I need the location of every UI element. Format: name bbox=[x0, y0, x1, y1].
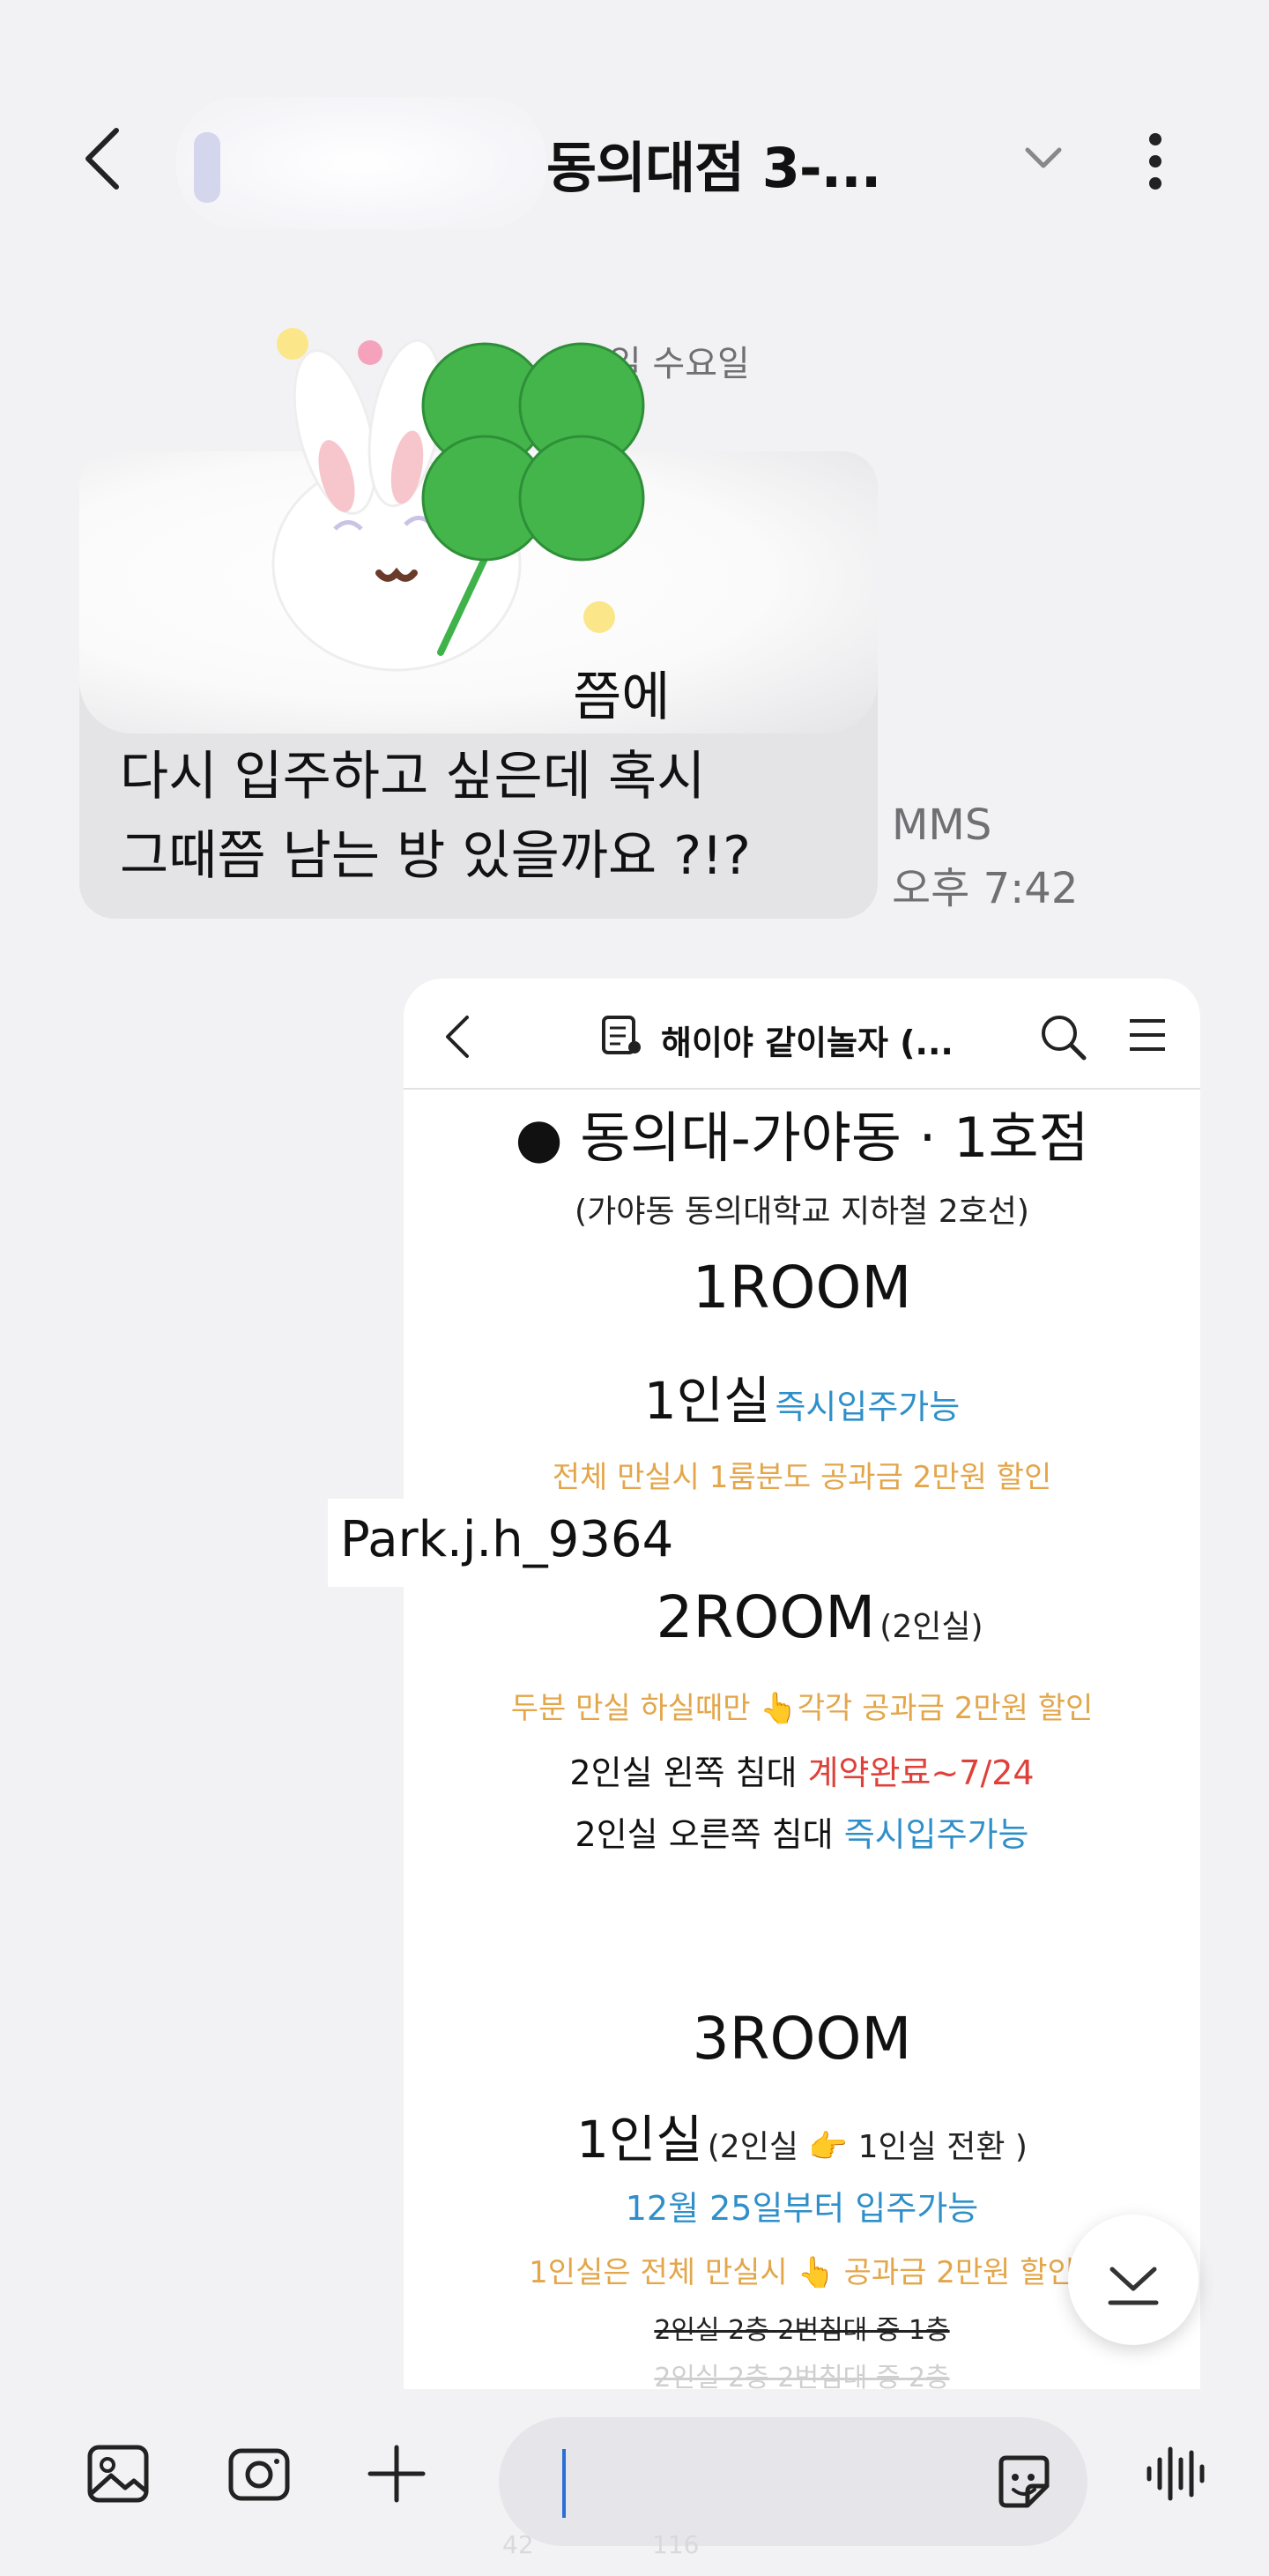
back-button[interactable] bbox=[78, 123, 130, 194]
message-time: 오후 7:42 bbox=[892, 864, 1079, 913]
expand-button[interactable] bbox=[1022, 141, 1065, 176]
listing-subheading: (가야동 동의대학교 지하철 2호선) bbox=[575, 1194, 1029, 1230]
shot-title: 해이야 같이놀자 (... bbox=[661, 1024, 954, 1062]
scroll-to-bottom-button[interactable] bbox=[1068, 2215, 1198, 2345]
room1-note: 전체 만실시 1룸분도 공과금 2만원 할인 bbox=[552, 1460, 1052, 1495]
more-vertical-icon bbox=[1149, 133, 1161, 190]
chevron-down-icon bbox=[1108, 2267, 1159, 2305]
add-attachment-button[interactable] bbox=[363, 2440, 430, 2507]
chevron-down-icon bbox=[1025, 147, 1062, 168]
room3-type: 1인실 bbox=[576, 2110, 703, 2170]
room3-line: 1인실 (2인실 👉 1인실 전환 ) bbox=[404, 2098, 1200, 2172]
message-type: MMS bbox=[892, 800, 992, 850]
room2-note: 두분 만실 하실때만 👆각각 공과금 2만원 할인 bbox=[510, 1691, 1094, 1726]
image-icon bbox=[87, 2445, 149, 2503]
camera-icon bbox=[228, 2448, 290, 2501]
gallery-button[interactable] bbox=[85, 2440, 152, 2507]
room1-type: 1인실 bbox=[643, 1371, 771, 1431]
conversation-title[interactable]: 동의대점 3-... bbox=[546, 123, 881, 203]
rabbit-clover-sticker bbox=[271, 328, 645, 672]
room2-left-status: 계약완료~7/24 bbox=[807, 1753, 1035, 1792]
room1-title: 1ROOM bbox=[692, 1254, 912, 1322]
ghost-comments-count: 116 bbox=[652, 2530, 700, 2559]
message-line-2: 다시 입주하고 싶은데 혹시 bbox=[120, 746, 706, 808]
voice-wave-icon bbox=[1147, 2446, 1205, 2501]
ghost-likes-count: 42 bbox=[502, 2530, 534, 2559]
message-line-3: 그때쯤 남는 방 있을까요 ?!? bbox=[120, 825, 752, 887]
more-options-button[interactable] bbox=[1142, 130, 1169, 192]
listing-heading: ● 동의대-가야동 · 1호점 bbox=[515, 1106, 1089, 1170]
compose-bar bbox=[0, 2391, 1269, 2576]
room2-title: 2ROOM bbox=[656, 1583, 876, 1651]
room1-line: 1인실 즉시입주가능 bbox=[404, 1359, 1200, 1433]
voice-record-button[interactable] bbox=[1142, 2440, 1209, 2507]
room2-right-label: 2인실 오른쪽 침대 bbox=[575, 1815, 834, 1854]
message-meta: MMS 오후 7:42 bbox=[892, 793, 1078, 920]
room2-right-bed: 2인실 오른쪽 침대 즉시입주가능 bbox=[404, 1807, 1200, 1856]
shared-screenshot-image[interactable]: 해이야 같이놀자 (... ● 동의대-가야동 · 1호점 (가야동 동의대학교… bbox=[404, 979, 1200, 2389]
chevron-left-icon bbox=[85, 128, 119, 190]
watermark-label: Park.j.h_9364 bbox=[328, 1499, 698, 1587]
chevron-left-icon bbox=[446, 1016, 469, 1058]
room3-suffix: (2인실 👉 1인실 전환 ) bbox=[707, 2129, 1028, 2165]
menu-icon bbox=[1130, 1019, 1165, 1051]
room3-title: 3ROOM bbox=[692, 2005, 912, 2073]
text-cursor bbox=[562, 2449, 566, 2518]
room2-suffix: (2인실) bbox=[879, 1609, 983, 1645]
camera-button[interactable] bbox=[226, 2440, 293, 2507]
shot-header: 해이야 같이놀자 (... bbox=[404, 979, 1200, 1090]
redacted-contact-name bbox=[176, 97, 546, 229]
document-icon bbox=[602, 1016, 641, 1054]
plus-icon bbox=[367, 2445, 426, 2503]
room2-left-bed: 2인실 왼쪽 침대 계약완료~7/24 bbox=[404, 1746, 1200, 1794]
room2-right-status: 즉시입주가능 bbox=[843, 1815, 1029, 1854]
sticker-icon bbox=[998, 2455, 1050, 2508]
top-app-bar: 동의대점 3-... bbox=[0, 0, 1269, 300]
search-icon bbox=[1042, 1016, 1087, 1061]
room2-title-line: 2ROOM (2인실) bbox=[404, 1583, 1200, 1651]
message-input[interactable] bbox=[499, 2417, 1087, 2546]
sticker-button[interactable] bbox=[992, 2451, 1056, 2514]
room2-left-label: 2인실 왼쪽 침대 bbox=[569, 1753, 798, 1792]
room3-strike-2: 2인실 2층 2번침대 중 2층 bbox=[654, 2363, 950, 2389]
room1-status: 즉시입주가능 bbox=[775, 1388, 961, 1426]
